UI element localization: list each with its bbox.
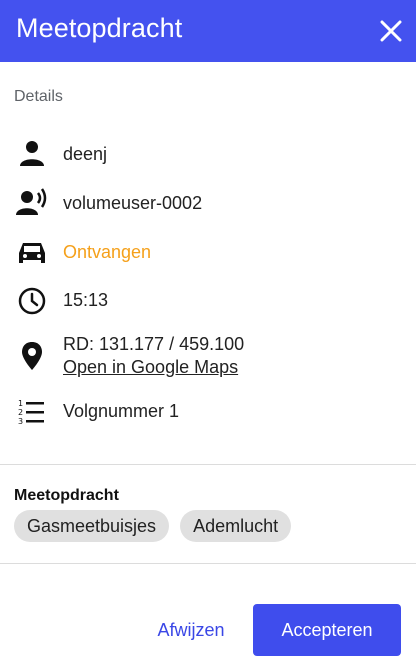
dialog-title: Meetopdracht	[16, 13, 183, 43]
accept-button[interactable]: Accepteren	[253, 604, 401, 656]
reject-button[interactable]: Afwijzen	[140, 604, 242, 656]
speaker-person-icon	[16, 188, 47, 215]
assignment-chips: Gasmeetbuisjes Ademlucht	[14, 510, 292, 542]
clock-icon	[18, 287, 46, 315]
details-section-label: Details	[14, 88, 63, 105]
chip-gasmeetbuisjes: Gasmeetbuisjes	[14, 510, 170, 542]
chip-ademlucht: Ademlucht	[180, 510, 292, 542]
svg-text:2: 2	[18, 408, 23, 417]
sequence-text: Volgnummer 1	[63, 401, 180, 421]
divider	[0, 464, 416, 465]
user-name: deenj	[63, 144, 108, 164]
time-text: 15:13	[63, 290, 109, 310]
close-icon[interactable]	[376, 16, 406, 46]
numbered-list-icon: 1 2 3	[18, 399, 44, 426]
location-pin-icon	[22, 342, 42, 370]
assignment-title: Meetopdracht	[14, 487, 119, 504]
volume-user-name: volumeuser-0002	[63, 193, 203, 213]
status-text: Ontvangen	[63, 242, 152, 262]
rd-coordinates: RD: 131.177 / 459.100	[63, 334, 245, 354]
google-maps-link[interactable]: Open in Google Maps	[63, 357, 238, 378]
divider	[0, 563, 416, 564]
dialog-header: Meetopdracht	[0, 0, 416, 62]
car-icon	[19, 243, 45, 263]
svg-text:1: 1	[18, 399, 23, 408]
svg-text:3: 3	[18, 417, 23, 426]
person-icon	[20, 141, 44, 166]
